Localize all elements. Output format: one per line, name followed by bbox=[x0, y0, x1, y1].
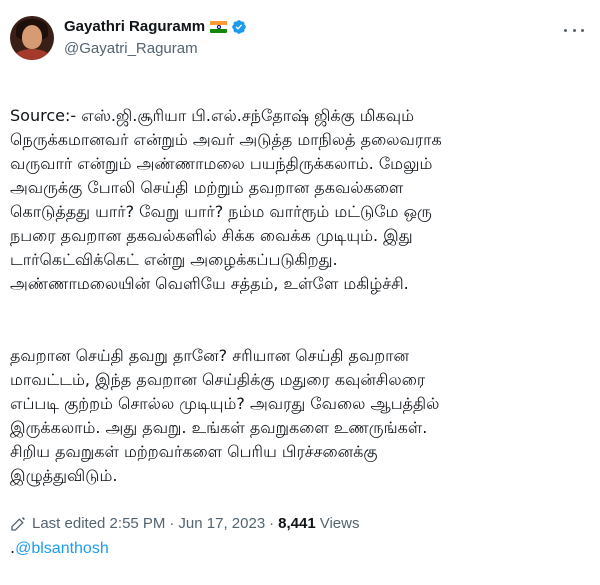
author-name[interactable]: Gayathri Ragurамm bbox=[64, 18, 247, 35]
mention-link[interactable]: @blsanthosh bbox=[15, 540, 109, 557]
author-name-text[interactable]: Gayathri Ragurамm bbox=[64, 18, 205, 35]
verified-badge-icon[interactable] bbox=[231, 19, 247, 35]
tweet-date[interactable]: Jun 17, 2023 bbox=[178, 515, 265, 532]
views-label: Views bbox=[319, 515, 360, 532]
tweet-text: Source:- எஸ்.ஜி.சூரியா பி.எல்.சந்தோஷ் ஜி… bbox=[10, 80, 595, 585]
pencil-icon bbox=[11, 516, 25, 531]
separator: · bbox=[169, 515, 175, 532]
tweet-paragraph: தவறான செய்தி தவறு தானே? சரியான செய்தி தவ… bbox=[10, 346, 440, 485]
avatar[interactable] bbox=[10, 16, 54, 60]
more-options-icon[interactable] bbox=[564, 20, 584, 40]
edited-timestamp[interactable]: Last edited 2:55 PM bbox=[32, 515, 165, 532]
tweet-paragraph: Source:- எஸ்.ஜி.சூரியா பி.எல்.சந்தோஷ் ஜி… bbox=[10, 106, 442, 293]
author-handle[interactable]: @Gayatri_Raguram bbox=[64, 40, 198, 57]
separator: · bbox=[269, 515, 275, 532]
tweet-card: Gayathri Ragurамm @Gayatri_Raguram Sourc… bbox=[0, 0, 600, 557]
mention-line: .@blsanthosh bbox=[10, 536, 595, 561]
india-flag-icon bbox=[210, 20, 228, 33]
views-count: 8,441 bbox=[278, 515, 316, 532]
tweet-meta: Last edited 2:55 PM · Jun 17, 2023 · 8,4… bbox=[10, 515, 359, 532]
